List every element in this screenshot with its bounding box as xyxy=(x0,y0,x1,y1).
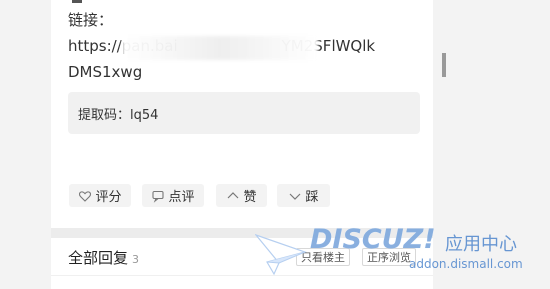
resize-handle-icon[interactable] xyxy=(442,53,446,77)
watermark-logo: DISCUZ! xyxy=(310,224,436,255)
watermark-url: addon.dismall.com xyxy=(409,257,523,271)
extraction-code-box: 提取码：lq54 xyxy=(68,92,420,134)
watermark: DISCUZ! 应用中心 addon.dismall.com xyxy=(255,224,540,284)
top-text-fragment xyxy=(72,0,82,3)
rate-button[interactable]: 评分 xyxy=(69,184,131,207)
blurred-url-region xyxy=(122,36,318,60)
dislike-button[interactable]: 踩 xyxy=(277,184,330,207)
like-button[interactable]: 赞 xyxy=(216,184,267,207)
chevron-up-icon xyxy=(226,189,240,203)
comment-label: 点评 xyxy=(168,190,195,205)
link-label: 链接： xyxy=(68,11,114,29)
comment-icon xyxy=(151,189,165,203)
replies-count: 3 xyxy=(132,253,140,266)
watermark-subtitle: 应用中心 xyxy=(445,234,517,255)
share-url-line-2[interactable]: DMS1xwg xyxy=(68,63,142,81)
like-label: 赞 xyxy=(243,190,257,205)
replies-title-text: 全部回复 xyxy=(68,249,129,267)
extraction-code: 提取码：lq54 xyxy=(78,108,159,123)
heart-icon xyxy=(78,189,92,203)
chevron-down-icon xyxy=(288,189,302,203)
replies-title: 全部回复 3 xyxy=(68,247,139,268)
comment-button[interactable]: 点评 xyxy=(142,184,204,207)
paper-plane-logo-icon xyxy=(255,234,308,276)
dislike-label: 踩 xyxy=(305,190,319,205)
rate-label: 评分 xyxy=(95,190,122,205)
